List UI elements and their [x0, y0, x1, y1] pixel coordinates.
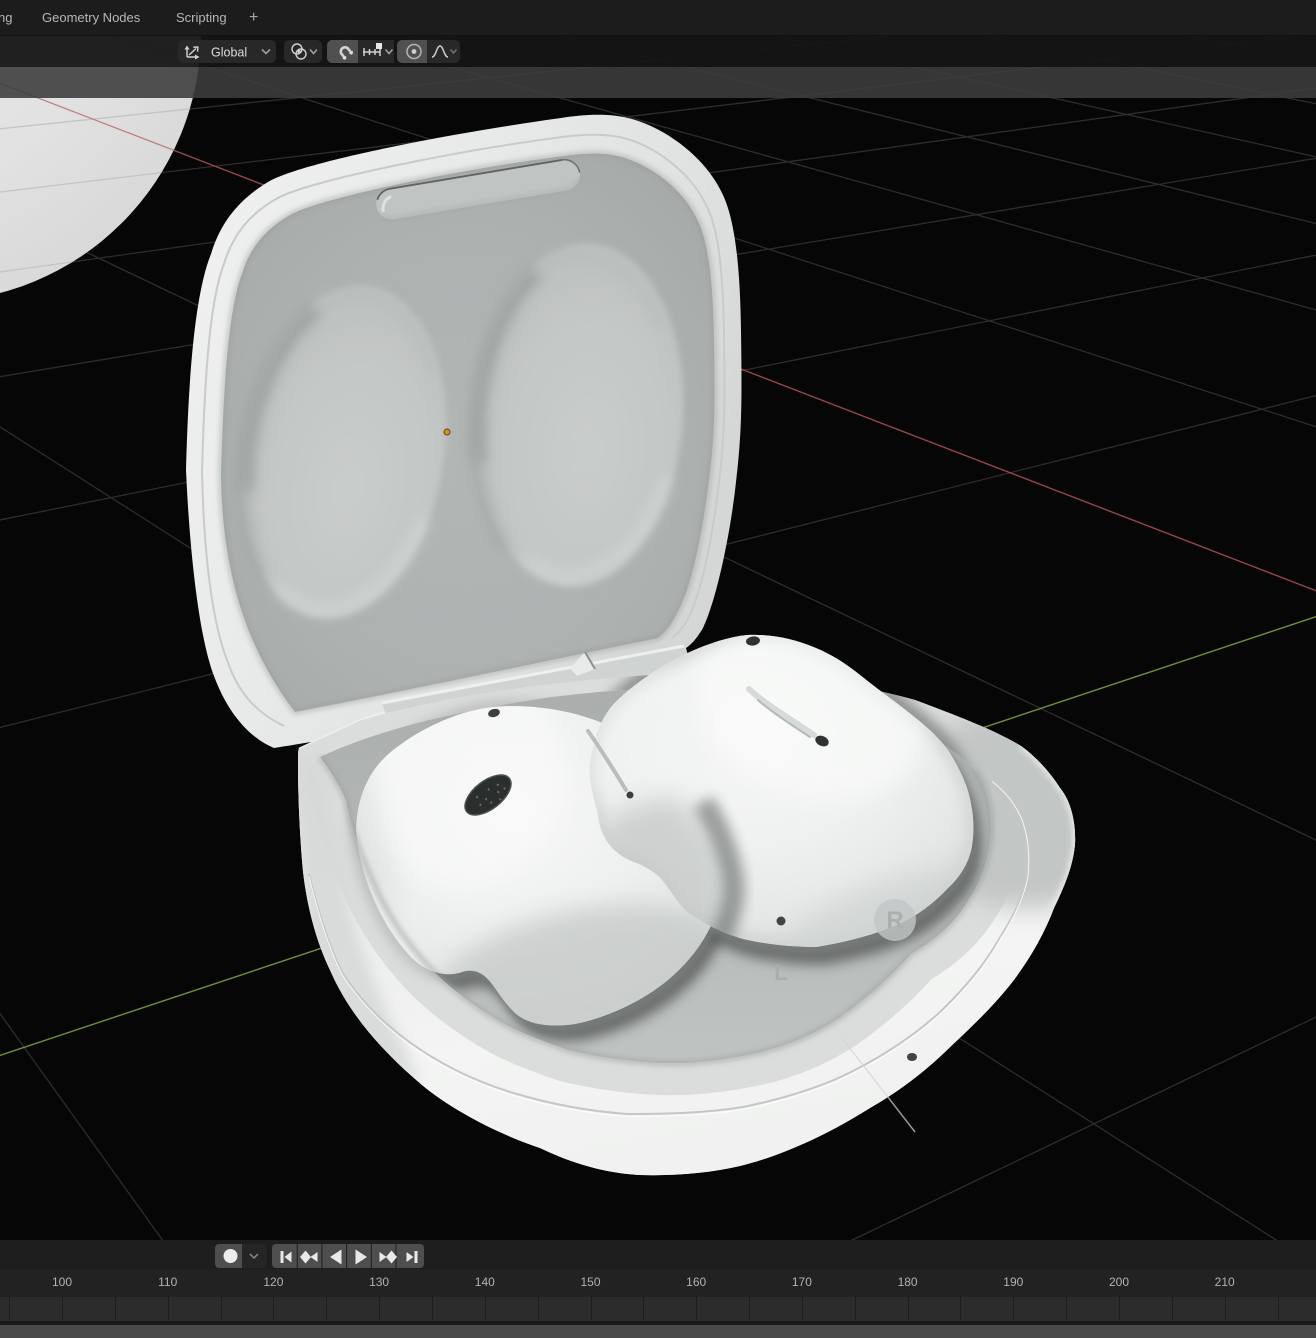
svg-text:Global: Global [211, 46, 247, 60]
svg-text:L: L [774, 960, 787, 985]
svg-text:R: R [886, 907, 903, 934]
